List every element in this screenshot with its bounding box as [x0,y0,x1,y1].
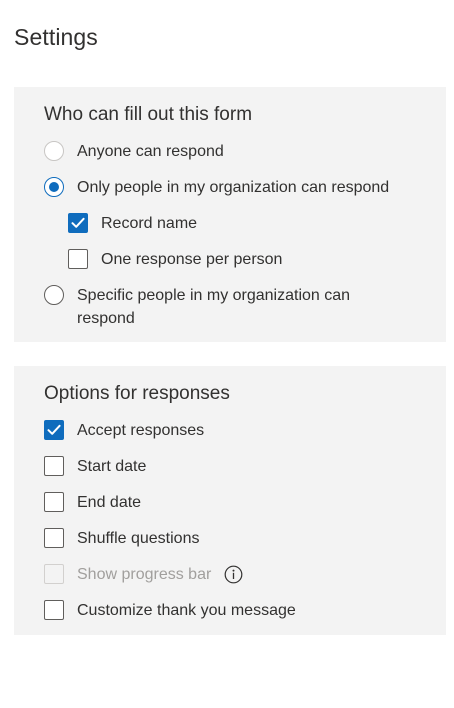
checkmark-icon [47,424,61,435]
specific-people-label: Specific people in my organization can r… [77,287,351,327]
checkmark-icon [71,217,85,228]
record-name-checkbox[interactable] [68,213,88,233]
shuffle-questions-label: Shuffle questions [77,530,200,547]
customize-thank-you-label: Customize thank you message [77,602,296,619]
record-name-option[interactable]: Record name [68,213,197,235]
show-progress-bar-label: Show progress bar [77,566,212,583]
anyone-radio [44,141,64,161]
customize-thank-you-checkbox[interactable] [44,600,64,620]
specific-people-radio[interactable] [44,285,64,305]
who-can-fill-section: Who can fill out this form Anyone can re… [14,87,446,342]
customize-thank-you-option[interactable]: Customize thank you message [44,600,296,622]
one-response-checkbox[interactable] [68,249,88,269]
anyone-can-respond-option: Anyone can respond [44,141,224,163]
shuffle-questions-option[interactable]: Shuffle questions [44,528,199,550]
org-only-option[interactable]: Only people in my organization can respo… [44,177,389,199]
who-can-fill-heading: Who can fill out this form [44,104,253,125]
options-for-responses-section: Options for responses Accept responses S… [14,366,446,635]
accept-responses-label: Accept responses [77,422,205,439]
show-progress-bar-checkbox [44,564,64,584]
accept-responses-option[interactable]: Accept responses [44,420,204,442]
record-name-label: Record name [101,215,198,232]
start-date-label: Start date [77,458,147,475]
options-for-responses-heading: Options for responses [44,383,230,404]
end-date-option[interactable]: End date [44,492,141,514]
page-title: Settings [14,24,98,50]
end-date-checkbox[interactable] [44,492,64,512]
org-only-radio[interactable] [44,177,64,197]
one-response-label: One response per person [101,251,283,268]
start-date-option[interactable]: Start date [44,456,146,478]
shuffle-questions-checkbox[interactable] [44,528,64,548]
accept-responses-checkbox[interactable] [44,420,64,440]
org-only-label: Only people in my organization can respo… [77,179,390,196]
one-response-option[interactable]: One response per person [68,249,282,271]
start-date-checkbox[interactable] [44,456,64,476]
end-date-label: End date [77,494,142,511]
specific-people-option[interactable]: Specific people in my organization can r… [44,285,404,330]
info-icon[interactable] [224,565,243,584]
anyone-label: Anyone can respond [77,143,224,160]
show-progress-bar-option: Show progress bar [44,564,243,586]
